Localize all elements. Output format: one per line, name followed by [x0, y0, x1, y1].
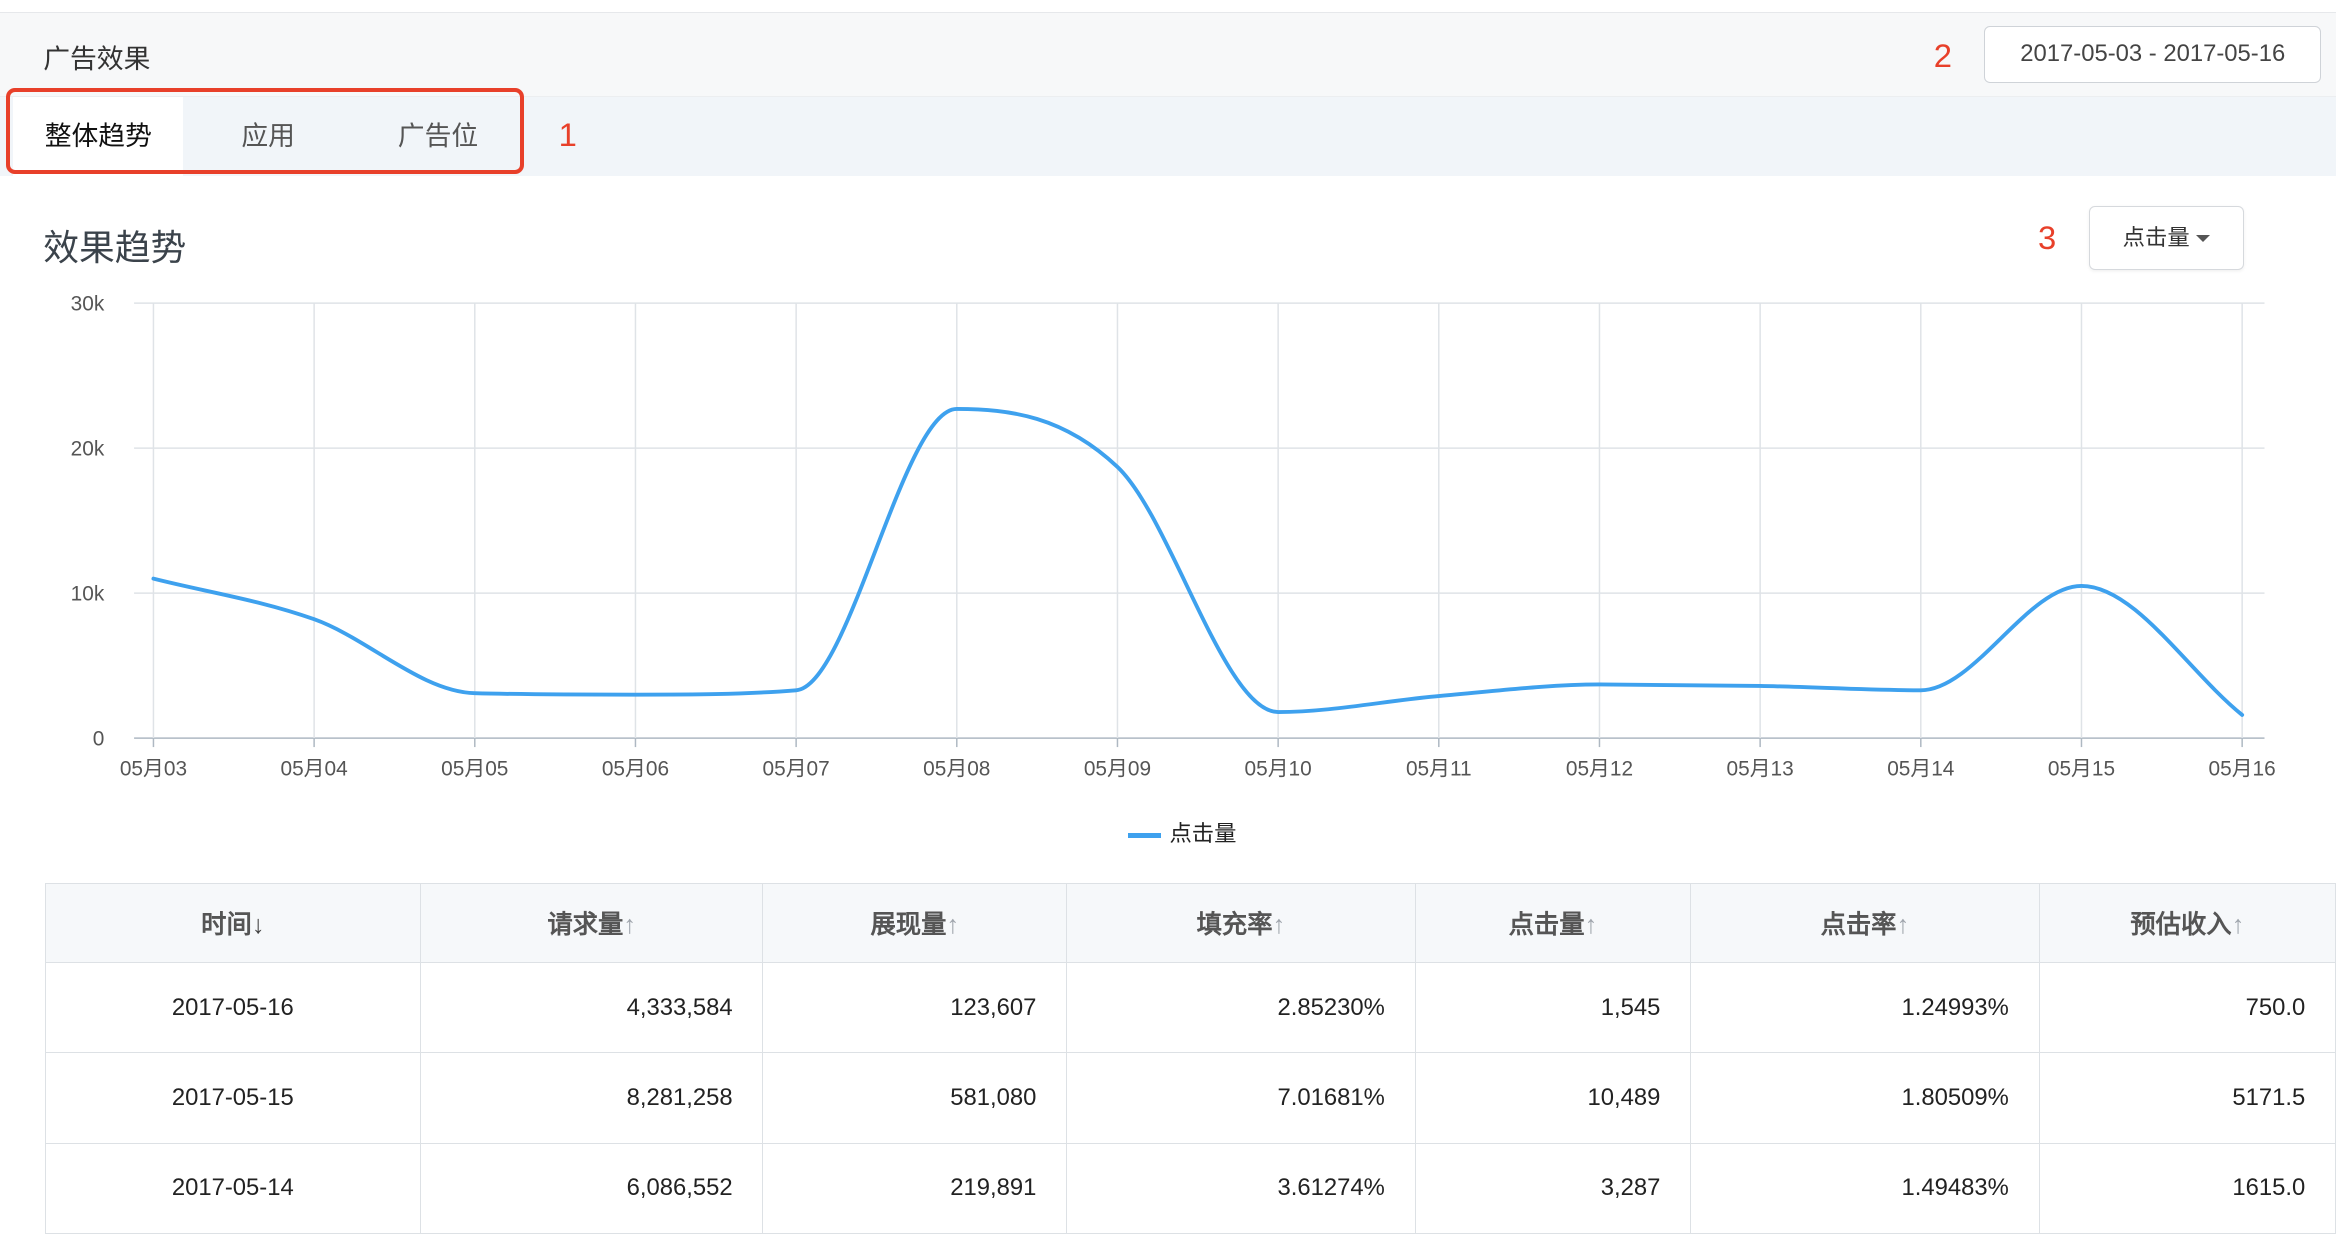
table-cell: 750.0: [2038, 961, 2336, 1054]
y-tick-label: 30k: [71, 293, 105, 316]
table-cell: 3.61274%: [1066, 1142, 1416, 1234]
x-tick-label: 05月06: [602, 757, 669, 780]
column-header[interactable]: 展现量↑: [762, 883, 1068, 963]
column-header-label: 预估收入: [2130, 911, 2232, 940]
column-header-label: 时间: [201, 911, 252, 940]
column-header-label: 点击率: [1820, 911, 1897, 940]
table-cell: 3,287: [1414, 1142, 1692, 1234]
table-cell: 7.01681%: [1066, 1052, 1416, 1144]
table-cell: 2.85230%: [1066, 961, 1416, 1054]
table-cell: 123,607: [762, 961, 1068, 1054]
table-cell: 1.49483%: [1690, 1142, 2040, 1234]
page-title: 广告效果: [43, 43, 151, 74]
table-cell: 4,333,584: [419, 961, 764, 1054]
annotation-marker-1: 1: [558, 116, 577, 154]
x-tick-label: 05月07: [763, 757, 830, 780]
sort-asc-icon: ↑: [1896, 911, 1910, 940]
section-title: 效果趋势: [43, 228, 187, 269]
column-header[interactable]: 预估收入↑: [2038, 883, 2336, 963]
series-line-clicks: [151, 407, 2245, 717]
sort-asc-icon: ↑: [946, 911, 960, 940]
table-row: 2017-05-15 8,281,258 581,080 7.01681% 10,489…: [44, 1052, 2336, 1144]
table-cell: 581,080: [762, 1052, 1068, 1144]
chart-legend: 点击量: [1127, 816, 1237, 848]
table-cell: 10,489: [1414, 1052, 1692, 1144]
tab-ad-slot[interactable]: 广告位: [353, 97, 523, 176]
table-cell: 6,086,552: [419, 1142, 764, 1234]
x-tick-label: 05月16: [2209, 757, 2276, 780]
sort-desc-icon: ↓: [251, 911, 265, 940]
legend-swatch: [1127, 833, 1161, 838]
sort-asc-icon: ↑: [1272, 911, 1286, 940]
column-header-label: 点击量: [1508, 911, 1585, 940]
date-range-picker[interactable]: 2017-05-03 - 2017-05-16: [1984, 26, 2322, 83]
x-tick-label: 05月15: [2048, 757, 2115, 780]
table-cell: 1,545: [1414, 961, 1692, 1054]
top-header-bar: 广告效果 2017-05-03 - 2017-05-16: [0, 11, 2336, 98]
table-cell: 2017-05-14: [44, 1142, 421, 1234]
table-cell: 2017-05-16: [44, 961, 421, 1054]
annotation-marker-2: 2: [1933, 37, 1952, 75]
chevron-down-icon: [2195, 235, 2210, 242]
x-tick-label: 05月05: [441, 757, 508, 780]
x-tick-label: 05月09: [1084, 757, 1151, 780]
x-tick-label: 05月11: [1406, 757, 1472, 780]
y-tick-label: 0: [93, 728, 105, 751]
legend-label: 点击量: [1169, 821, 1237, 847]
table-cell: 219,891: [762, 1142, 1068, 1234]
column-header-label: 请求量: [547, 911, 624, 940]
column-header[interactable]: 时间↓: [44, 883, 421, 963]
column-header[interactable]: 请求量↑: [419, 883, 764, 963]
y-tick-label: 20k: [71, 438, 105, 461]
tab-app[interactable]: 应用: [183, 97, 353, 176]
annotation-marker-3: 3: [2038, 218, 2057, 256]
column-header[interactable]: 点击率↑: [1690, 883, 2040, 963]
metric-dropdown[interactable]: 点击量: [2088, 205, 2244, 270]
x-tick-label: 05月12: [1566, 757, 1633, 780]
sort-asc-icon: ↑: [623, 911, 636, 940]
metric-dropdown-label: 点击量: [2122, 224, 2190, 250]
x-tick-label: 05月03: [120, 757, 187, 780]
table-cell: 1.24993%: [1690, 961, 2040, 1054]
tab-overall-trend[interactable]: 整体趋势: [13, 96, 184, 176]
x-tick-label: 05月13: [1727, 757, 1794, 780]
x-tick-label: 05月04: [281, 757, 348, 780]
column-header[interactable]: 点击量↑: [1414, 883, 1692, 963]
sort-asc-icon: ↑: [1584, 911, 1598, 940]
column-header-label: 填充率: [1196, 911, 1273, 940]
table-cell: 5171.5: [2038, 1052, 2336, 1144]
x-tick-label: 05月08: [923, 757, 990, 780]
table-cell: 1.80509%: [1690, 1052, 2040, 1144]
x-tick-label: 05月14: [1887, 757, 1954, 780]
x-tick-label: 05月10: [1245, 757, 1312, 780]
table-cell: 2017-05-15: [44, 1052, 421, 1144]
table-cell: 8,281,258: [419, 1052, 764, 1144]
column-header-label: 展现量: [870, 911, 947, 940]
tab-bar: 整体趋势 应用 广告位: [0, 96, 2336, 176]
table-row: 2017-05-16 4,333,584 123,607 2.85230% 1,545 1…: [44, 961, 2336, 1054]
column-header[interactable]: 填充率↑: [1066, 883, 1416, 963]
y-tick-label: 10k: [71, 583, 105, 606]
sort-asc-icon: ↑: [2231, 911, 2245, 940]
data-table: 时间↓ 请求量↑ 展现量↑ 填充率↑ 点击量↑ 点击率↑ 预估收入↑ 2017-05-16 4…: [44, 883, 2336, 1234]
table-row: 2017-05-14 6,086,552 219,891 3.61274% 3,287 1…: [44, 1142, 2336, 1234]
trend-line-chart: 0 10k 20k 30k 05月03 05月04 05月05 05月06 05月07 05月08…: [71, 293, 2276, 781]
table-header-row: 时间↓ 请求量↑ 展现量↑ 填充率↑ 点击量↑ 点击率↑ 预估收入↑: [44, 883, 2336, 963]
table-cell: 1615.0: [2038, 1142, 2336, 1234]
